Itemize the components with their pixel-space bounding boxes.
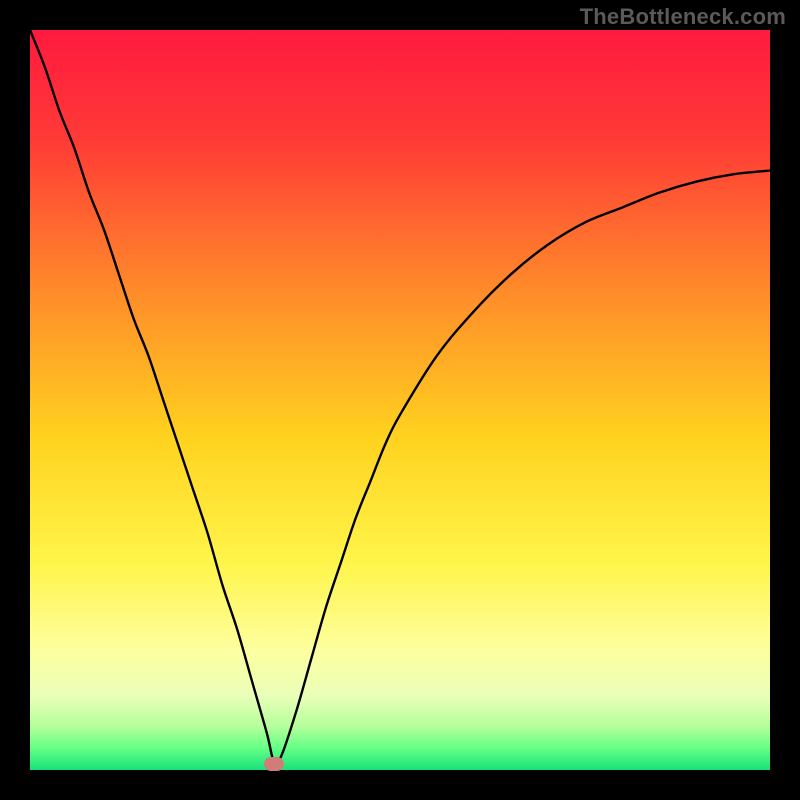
gradient-background — [30, 30, 770, 770]
watermark-text: TheBottleneck.com — [580, 4, 786, 30]
optimum-marker — [264, 757, 284, 771]
plot-area — [30, 30, 770, 770]
chart-frame: TheBottleneck.com — [0, 0, 800, 800]
plot-svg — [30, 30, 770, 770]
